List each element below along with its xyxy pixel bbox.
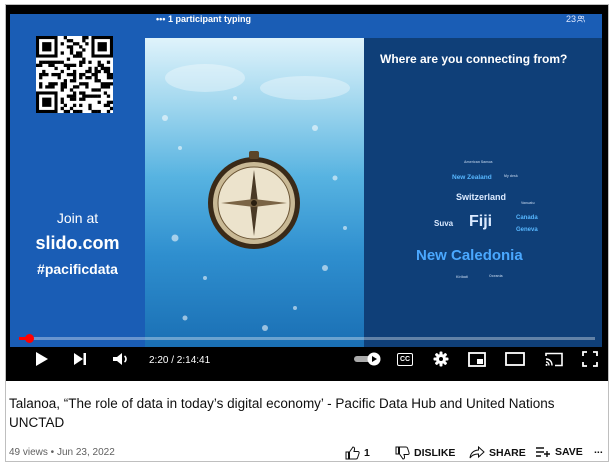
- join-hashtag: #pacificdata: [37, 261, 118, 277]
- thumbs-down-icon: [395, 446, 410, 460]
- video-meta: 49 views • Jun 23, 2022: [9, 447, 115, 458]
- theater-icon: [505, 352, 525, 366]
- word-cloud-word: Oceania: [489, 274, 503, 278]
- participants-icon: [577, 15, 585, 23]
- cast-button[interactable]: [543, 349, 565, 369]
- share-label: SHARE: [489, 446, 526, 459]
- like-button[interactable]: 1: [345, 446, 370, 460]
- fullscreen-icon: [582, 351, 598, 367]
- share-icon: [469, 446, 485, 459]
- add-to-playlist-icon: [536, 447, 550, 457]
- captions-button[interactable]: CC: [394, 349, 416, 369]
- miniplayer-icon: [468, 351, 486, 367]
- compass-photo: [145, 38, 364, 347]
- autoplay-toggle[interactable]: [352, 349, 384, 369]
- word-cloud-word: American Samoa: [464, 160, 493, 164]
- video-title: Talanoa, “The role of data in today’s di…: [9, 396, 555, 430]
- poll-question: Where are you connecting from?: [380, 52, 568, 66]
- next-button[interactable]: [70, 349, 90, 369]
- word-cloud-word: Canada: [516, 215, 538, 221]
- word-cloud-word: Geneva: [516, 227, 538, 233]
- volume-icon: [113, 353, 127, 365]
- more-actions-button[interactable]: ...: [594, 444, 603, 456]
- join-label: Join at: [56, 210, 99, 226]
- word-cloud-word: New Zealand: [452, 174, 492, 181]
- theater-mode-button[interactable]: [504, 349, 526, 369]
- compass-image: [162, 64, 350, 331]
- cast-icon: [545, 352, 563, 366]
- play-button[interactable]: [32, 349, 52, 369]
- more-icon: ...: [594, 444, 603, 456]
- participant-count: 23: [565, 14, 576, 24]
- save-label: SAVE: [555, 446, 583, 458]
- word-cloud-word: Fiji: [469, 213, 493, 230]
- captions-icon: CC: [397, 352, 413, 366]
- word-cloud-word: My desk: [504, 174, 518, 178]
- miniplayer-button[interactable]: [466, 349, 488, 369]
- share-button[interactable]: SHARE: [469, 446, 526, 459]
- progress-bar[interactable]: [19, 334, 595, 343]
- next-icon: [74, 353, 86, 365]
- slido-word-cloud: Where are you connecting from? American …: [364, 38, 602, 347]
- time-display: 2:20 / 2:14:41: [149, 355, 211, 366]
- dislike-label: DISLIKE: [414, 447, 456, 459]
- mute-button[interactable]: [110, 349, 132, 369]
- dislike-button[interactable]: DISLIKE: [395, 446, 455, 460]
- word-cloud-word: New Caledonia: [416, 247, 523, 264]
- like-count: 1: [364, 447, 370, 459]
- gear-icon: [433, 351, 449, 367]
- play-icon: [36, 352, 48, 366]
- word-cloud-word: Kiribati: [456, 275, 469, 279]
- typing-indicator: ••• 1 participant typing: [156, 14, 251, 24]
- word-cloud-word: Switzerland: [456, 192, 507, 202]
- save-button[interactable]: SAVE: [535, 446, 583, 458]
- word-cloud-word: Suva: [434, 219, 454, 228]
- autoplay-toggle-icon: [354, 352, 381, 366]
- video-frame[interactable]: ••• 1 participant typing 23 Join at slid…: [10, 14, 602, 347]
- settings-button[interactable]: [430, 349, 452, 369]
- qr-code: [36, 36, 113, 113]
- youtube-watch-page: ••• 1 participant typing 23 Join at slid…: [5, 4, 609, 462]
- thumbs-up-icon: [345, 446, 360, 460]
- player-controls: 2:20 / 2:14:41 CC: [6, 341, 608, 381]
- word-cloud-word: Vanuatu: [521, 201, 535, 205]
- join-site: slido.com: [35, 233, 120, 253]
- fullscreen-button[interactable]: [580, 349, 600, 369]
- video-player[interactable]: ••• 1 participant typing 23 Join at slid…: [6, 5, 608, 381]
